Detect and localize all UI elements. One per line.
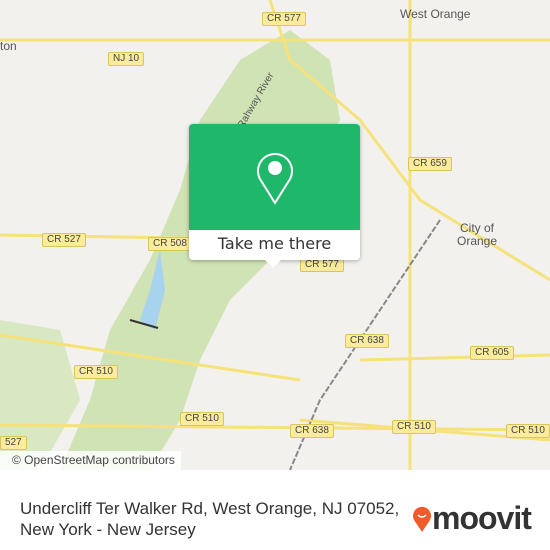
road-shield: CR 638 bbox=[290, 424, 334, 438]
directions-popup: Take me there bbox=[189, 124, 360, 268]
town-label: West Orange bbox=[400, 7, 471, 21]
take-me-there-button[interactable]: Take me there bbox=[189, 230, 360, 260]
moovit-logo: moovit bbox=[412, 500, 532, 537]
road-shield: CR 508 bbox=[148, 237, 192, 251]
map-attribution[interactable]: © OpenStreetMap contributors bbox=[0, 451, 181, 470]
road-shield: CR 577 bbox=[262, 12, 306, 26]
town-label: ton bbox=[0, 39, 17, 53]
moovit-pin-icon bbox=[413, 506, 431, 532]
road-shield: NJ 10 bbox=[108, 52, 145, 66]
address: Undercliff Ter Walker Rd, West Orange, N… bbox=[20, 498, 400, 540]
address-line-1: Undercliff Ter Walker Rd, West Orange, N… bbox=[20, 499, 400, 518]
town-label: City of Orange bbox=[456, 221, 498, 248]
popup-header bbox=[189, 124, 360, 230]
road-shield: CR 527 bbox=[42, 233, 86, 247]
road-shield: CR 510 bbox=[180, 412, 224, 426]
footer: Undercliff Ter Walker Rd, West Orange, N… bbox=[0, 470, 550, 550]
road-shield: CR 638 bbox=[345, 334, 389, 348]
map-pin-icon bbox=[256, 153, 293, 205]
road-shield: CR 510 bbox=[392, 420, 436, 434]
road-shield: 527 bbox=[0, 436, 27, 450]
road-shield: CR 510 bbox=[506, 424, 550, 438]
brand-name: moovit bbox=[432, 500, 532, 536]
address-line-2: New York - New Jersey bbox=[20, 520, 196, 539]
road-shield: CR 510 bbox=[74, 365, 118, 379]
road-shield: CR 605 bbox=[470, 346, 514, 360]
road-shield: CR 659 bbox=[408, 157, 452, 171]
popup-tail bbox=[265, 260, 281, 268]
road-shield: CR 577 bbox=[300, 258, 344, 272]
